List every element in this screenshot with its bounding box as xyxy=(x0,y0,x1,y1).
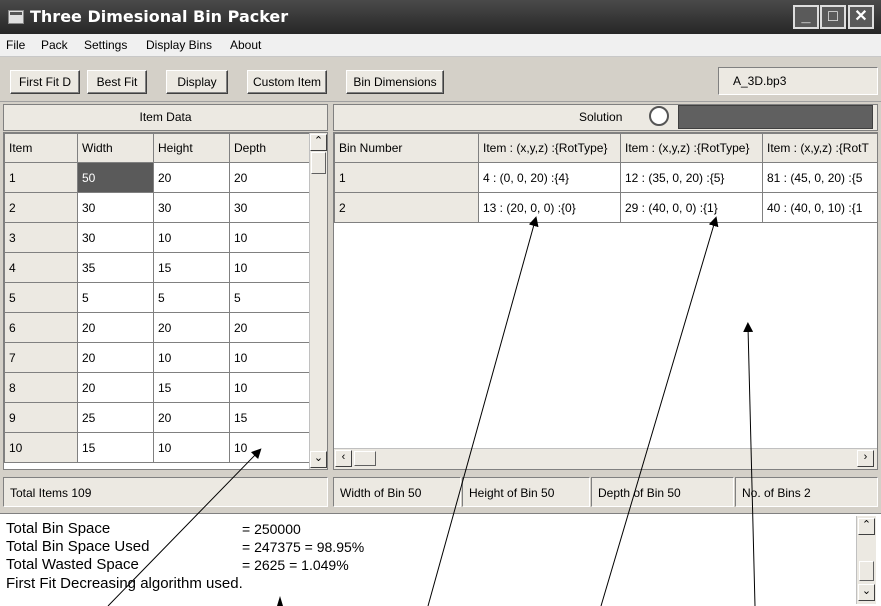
annotation-arrows xyxy=(107,216,756,606)
arrow-head xyxy=(277,596,283,606)
arrow-line xyxy=(743,322,756,606)
arrow-line xyxy=(600,216,719,606)
arrow-line xyxy=(427,216,539,606)
arrow-line xyxy=(107,448,262,606)
